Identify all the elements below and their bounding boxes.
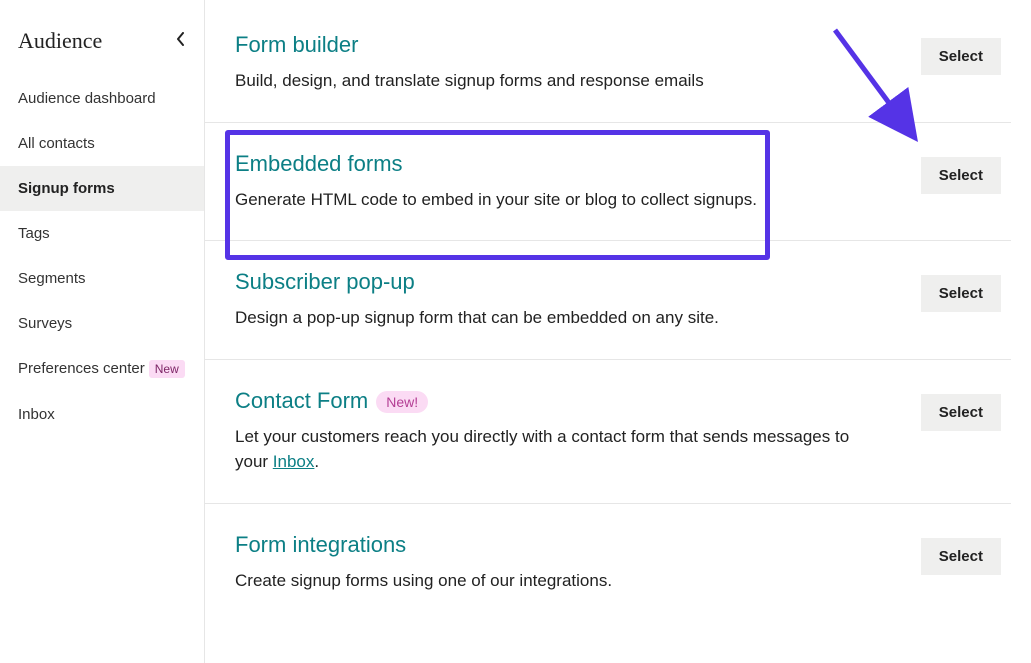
- select-button-contact-form[interactable]: Select: [921, 394, 1001, 431]
- select-button-subscriber-popup[interactable]: Select: [921, 275, 1001, 312]
- form-option-form-integrations: Form integrations Create signup forms us…: [205, 503, 1011, 622]
- form-option-contact-form: Contact FormNew! Let your customers reac…: [205, 359, 1011, 503]
- inbox-link[interactable]: Inbox: [273, 452, 315, 471]
- form-title: Form integrations: [235, 532, 612, 558]
- sidebar-item-label: Tags: [18, 225, 50, 242]
- sidebar-item-label: Surveys: [18, 315, 72, 332]
- form-desc: Generate HTML code to embed in your site…: [235, 187, 757, 213]
- sidebar-item-preferences-center[interactable]: Preferences centerNew: [0, 346, 204, 392]
- new-badge: New: [149, 360, 185, 378]
- sidebar-item-tags[interactable]: Tags: [0, 211, 204, 256]
- main-content: Form builder Build, design, and translat…: [205, 0, 1031, 663]
- form-desc: Design a pop-up signup form that can be …: [235, 305, 719, 331]
- sidebar-title: Audience: [18, 28, 102, 54]
- sidebar-item-label: Signup forms: [18, 180, 115, 197]
- form-desc: Create signup forms using one of our int…: [235, 568, 612, 594]
- sidebar-item-label: Segments: [18, 270, 86, 287]
- sidebar-item-segments[interactable]: Segments: [0, 256, 204, 301]
- sidebar-item-all-contacts[interactable]: All contacts: [0, 121, 204, 166]
- form-option-subscriber-popup: Subscriber pop-up Design a pop-up signup…: [205, 240, 1011, 359]
- form-desc: Let your customers reach you directly wi…: [235, 424, 855, 475]
- form-title: Embedded forms: [235, 151, 757, 177]
- select-button-form-builder[interactable]: Select: [921, 38, 1001, 75]
- sidebar-item-label: Inbox: [18, 406, 55, 423]
- form-title: Contact FormNew!: [235, 388, 855, 414]
- sidebar-item-label: Audience dashboard: [18, 90, 156, 107]
- sidebar-items: Audience dashboard All contacts Signup f…: [0, 76, 204, 437]
- form-title: Form builder: [235, 32, 704, 58]
- form-option-embedded-forms: Embedded forms Generate HTML code to emb…: [205, 122, 1011, 241]
- sidebar-item-signup-forms[interactable]: Signup forms: [0, 166, 204, 211]
- sidebar-header: Audience: [0, 28, 204, 76]
- form-title: Subscriber pop-up: [235, 269, 719, 295]
- sidebar-item-surveys[interactable]: Surveys: [0, 301, 204, 346]
- select-button-form-integrations[interactable]: Select: [921, 538, 1001, 575]
- sidebar: Audience Audience dashboard All contacts…: [0, 0, 205, 663]
- sidebar-item-label: Preferences center: [18, 360, 145, 377]
- select-button-embedded-forms[interactable]: Select: [921, 157, 1001, 194]
- form-option-form-builder: Form builder Build, design, and translat…: [205, 10, 1011, 122]
- sidebar-item-audience-dashboard[interactable]: Audience dashboard: [0, 76, 204, 121]
- chevron-left-icon[interactable]: [176, 32, 186, 51]
- new-pill: New!: [376, 391, 428, 413]
- sidebar-item-inbox[interactable]: Inbox: [0, 392, 204, 437]
- form-desc: Build, design, and translate signup form…: [235, 68, 704, 94]
- sidebar-item-label: All contacts: [18, 135, 95, 152]
